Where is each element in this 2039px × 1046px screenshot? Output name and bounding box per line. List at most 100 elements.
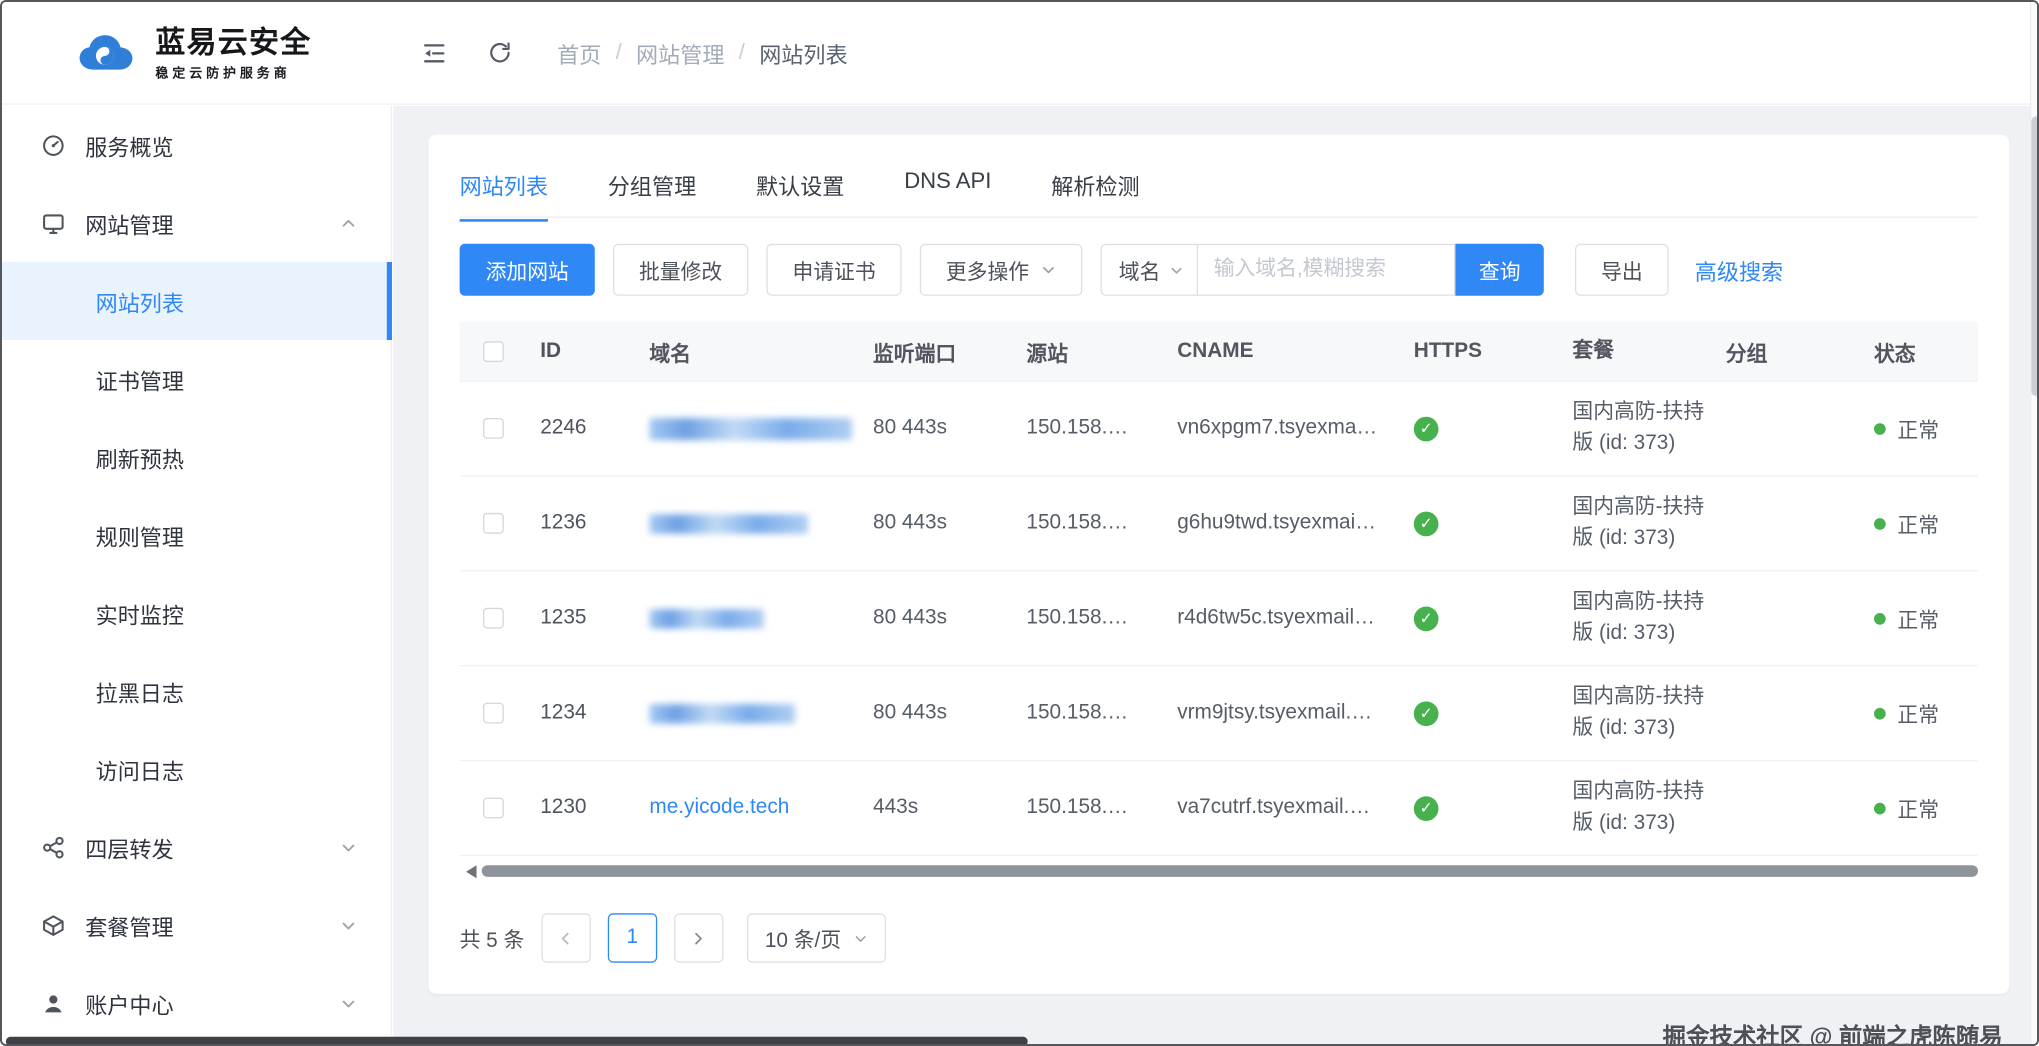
status-dot — [1873, 802, 1886, 814]
row-checkbox[interactable] — [482, 418, 504, 439]
sidebar-item-label: 账户中心 — [85, 993, 174, 1018]
chevron-down-icon — [342, 999, 355, 1007]
sidebar-item-site-management[interactable]: 网站管理 — [2, 184, 391, 262]
chevron-right-icon — [695, 932, 703, 944]
sidebar-item-label: 套餐管理 — [85, 915, 174, 940]
search-input[interactable] — [1198, 243, 1456, 296]
add-site-button[interactable]: 添加网站 — [459, 243, 595, 296]
col-https: HTTPS — [1413, 339, 1482, 362]
chevron-up-icon — [342, 219, 355, 227]
scroll-left-arrow-icon[interactable] — [460, 864, 477, 878]
cell-plan: 国内高防-扶持版 (id: 373) — [1572, 495, 1705, 550]
prev-page-button[interactable] — [541, 913, 591, 963]
tab-dns-api[interactable]: DNS API — [904, 168, 991, 214]
page-size-select[interactable]: 10 条/页 — [746, 913, 886, 963]
sidebar-subitem-realtime-monitor[interactable]: 实时监控 — [2, 574, 391, 652]
app-window: 蓝易云安全 稳定云防护服务商 首页 / 网站管理 / 网站列表 服务概览 网站管… — [0, 0, 2039, 1046]
cell-id: 1236 — [540, 511, 587, 534]
row-checkbox[interactable] — [482, 607, 504, 629]
cell-origin: 150.158.… — [1026, 796, 1129, 819]
table-header: ID 域名 监听端口 源站 CNAME HTTPS 套餐 分组 状态 — [459, 321, 1978, 382]
redacted-domain-blur — [649, 417, 853, 440]
search-field-select[interactable]: 域名 — [1100, 243, 1199, 296]
chevron-down-icon — [855, 935, 865, 942]
table-row: 1234 80 443s 150.158.… vrm9jtsy.tsyexmail.…… — [459, 666, 1978, 762]
sidebar-subitem-site-list[interactable]: 网站列表 — [2, 262, 392, 340]
main-content: 网站列表 分组管理 默认设置 DNS API 解析检测 添加网站 批量修改 申请… — [393, 106, 2037, 1044]
advanced-search-link[interactable]: 高级搜索 — [1695, 254, 1783, 287]
sidebar-item-service-overview[interactable]: 服务概览 — [2, 106, 391, 184]
cell-origin: 150.158.… — [1026, 511, 1129, 534]
row-select-cell — [460, 512, 530, 534]
next-page-button[interactable] — [673, 913, 724, 963]
brand-logo: 蓝易云安全 稳定云防护服务商 — [2, 25, 392, 81]
current-page-button[interactable]: 1 — [607, 913, 657, 963]
sidebar-item-plan-management[interactable]: 套餐管理 — [2, 886, 391, 964]
domain-link[interactable]: me.yicode.tech — [649, 796, 789, 819]
more-actions-button[interactable]: 更多操作 — [919, 243, 1083, 296]
sidebar: 服务概览 网站管理 网站列表 证书管理 刷新预热 规则管理 实时监控 拉黑日志 … — [2, 106, 392, 1044]
sidebar-subitem-blacklist-log[interactable]: 拉黑日志 — [2, 652, 391, 730]
cell-cname: vn6xpgm7.tsyexma… — [1177, 416, 1378, 439]
cell-plan: 国内高防-扶持版 (id: 373) — [1572, 401, 1705, 455]
cell-domain: me.yicode.tech — [639, 796, 863, 819]
select-all-checkbox[interactable] — [482, 340, 504, 362]
row-checkbox[interactable] — [482, 702, 504, 724]
https-enabled-icon: ✓ — [1413, 605, 1439, 631]
chevron-down-icon — [1171, 267, 1182, 273]
sidebar-subitem-cert-management[interactable]: 证书管理 — [2, 340, 391, 418]
sidebar-subitem-refresh-preheat[interactable]: 刷新预热 — [2, 418, 391, 496]
sidebar-item-label: 四层转发 — [85, 837, 174, 862]
export-button[interactable]: 导出 — [1575, 243, 1669, 296]
col-origin: 源站 — [1026, 343, 1069, 366]
table-row: 2246 80 443s 150.158.… vn6xpgm7.tsyexma… ✓ 国内… — [459, 382, 1978, 477]
brand-cloud-icon — [79, 35, 133, 70]
row-checkbox[interactable] — [482, 512, 504, 534]
submenu-label: 网站列表 — [95, 291, 184, 316]
redacted-domain-blur — [649, 703, 795, 723]
cell-origin: 150.158.… — [1026, 701, 1129, 724]
row-checkbox[interactable] — [482, 797, 504, 819]
vertical-scrollbar-thumb[interactable] — [2031, 116, 2037, 396]
status-text: 正常 — [1897, 705, 1940, 728]
breadcrumb-home[interactable]: 首页 — [557, 36, 601, 69]
batch-edit-button[interactable]: 批量修改 — [613, 243, 749, 296]
refresh-button[interactable] — [487, 40, 513, 66]
page-horizontal-scrollbar-thumb[interactable] — [5, 1036, 1028, 1044]
sidebar-item-label: 网站管理 — [85, 213, 174, 238]
fold-icon — [424, 43, 445, 62]
redacted-domain-blur — [649, 513, 808, 534]
tab-default-settings[interactable]: 默认设置 — [756, 168, 844, 220]
https-enabled-icon: ✓ — [1413, 700, 1439, 726]
status-text: 正常 — [1897, 420, 1940, 443]
submenu-label: 实时监控 — [95, 603, 184, 628]
query-button[interactable]: 查询 — [1455, 243, 1544, 296]
chevron-left-icon — [562, 932, 569, 944]
sidebar-subitem-rule-management[interactable]: 规则管理 — [2, 496, 391, 574]
status-dot — [1873, 517, 1886, 530]
breadcrumb-current: 网站列表 — [759, 42, 848, 68]
table-horizontal-scrollbar[interactable] — [460, 863, 1978, 880]
https-enabled-icon: ✓ — [1413, 416, 1439, 441]
submenu-label: 证书管理 — [95, 369, 184, 394]
cell-domain — [639, 417, 863, 440]
col-group: 分组 — [1725, 343, 1768, 366]
tab-resolution-check[interactable]: 解析检测 — [1051, 168, 1139, 220]
tab-group-management[interactable]: 分组管理 — [608, 168, 696, 220]
sidebar-item-account-center[interactable]: 账户中心 — [2, 964, 391, 1042]
tab-site-list[interactable]: 网站列表 — [459, 168, 548, 222]
breadcrumb-site-management[interactable]: 网站管理 — [636, 36, 724, 69]
cell-status: 正常 — [1864, 508, 1978, 539]
sidebar-subitem-access-log[interactable]: 访问日志 — [2, 730, 391, 808]
scrollbar-thumb[interactable] — [481, 865, 1978, 877]
sidebar-item-layer4-forwarding[interactable]: 四层转发 — [2, 808, 391, 886]
sidebar-collapse-button[interactable] — [421, 39, 448, 66]
col-plan: 套餐 — [1572, 339, 1615, 362]
search-group: 域名 查询 — [1100, 243, 1544, 296]
status-text: 正常 — [1897, 800, 1940, 823]
apply-cert-button[interactable]: 申请证书 — [766, 243, 902, 296]
status-text: 正常 — [1897, 610, 1940, 633]
brand-tagline: 稳定云防护服务商 — [155, 66, 291, 81]
page-vertical-scrollbar[interactable] — [2029, 2, 2037, 1044]
cell-id: 1235 — [540, 606, 587, 629]
